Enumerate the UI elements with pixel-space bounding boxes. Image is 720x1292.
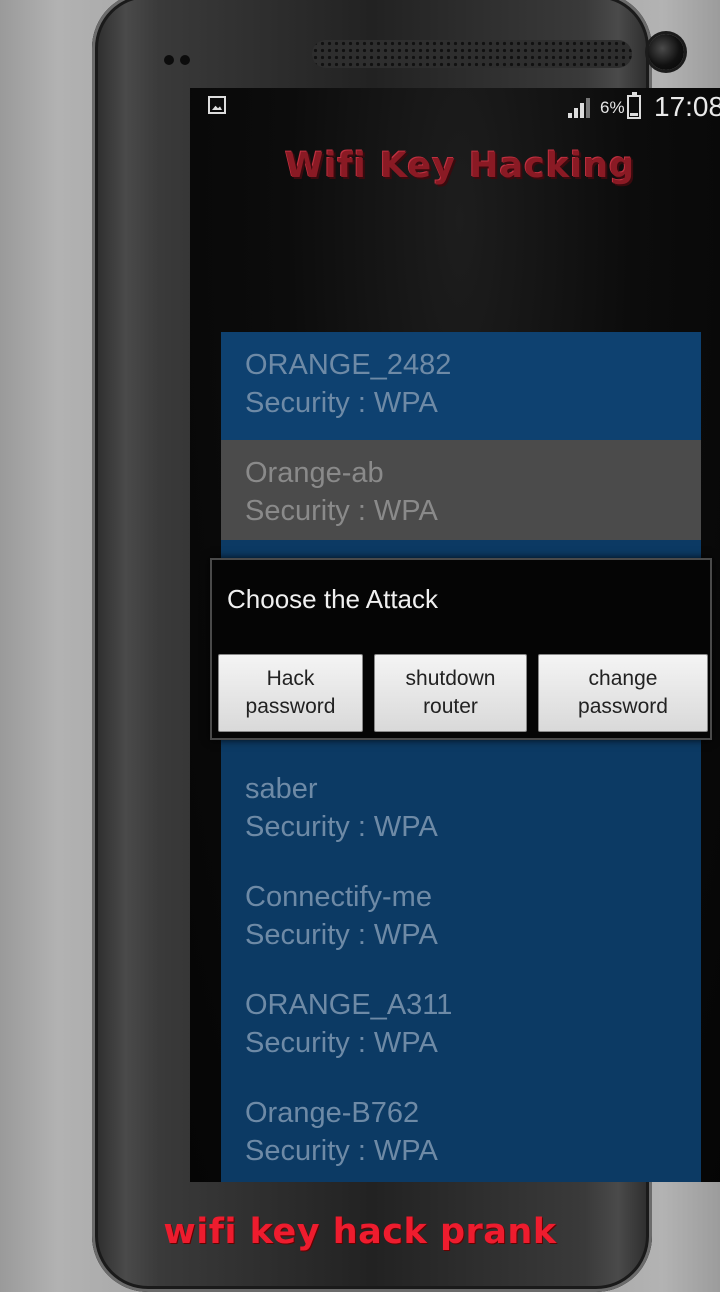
promo-banner: wifi key hack prank	[163, 1212, 557, 1252]
front-sensor	[164, 55, 174, 65]
network-ssid: Orange-B762	[245, 1097, 420, 1129]
network-ssid: ORANGE_2482	[245, 349, 452, 381]
network-item[interactable]: saber Security : WPA	[221, 756, 701, 864]
earpiece-speaker	[312, 40, 632, 68]
battery-icon	[627, 92, 641, 119]
battery-percent: 6%	[600, 98, 625, 117]
shutdown-router-button[interactable]: shutdown router	[374, 654, 527, 732]
network-security: Security : WPA	[245, 811, 438, 843]
image-notification-icon	[208, 96, 226, 114]
network-ssid: ORANGE_A311	[245, 989, 453, 1021]
network-ssid: saber	[245, 773, 318, 805]
front-camera	[648, 34, 684, 70]
network-item-selected[interactable]: Orange-ab Security : WPA	[221, 440, 701, 540]
hack-password-button[interactable]: Hack password	[218, 654, 363, 732]
change-password-button[interactable]: change password	[538, 654, 708, 732]
signal-icon	[568, 98, 590, 118]
network-ssid: Orange-ab	[245, 457, 384, 489]
network-security: Security : WPA	[245, 1135, 438, 1167]
dialog-title: Choose the Attack	[227, 584, 439, 614]
clock: 17:08	[654, 91, 720, 122]
network-security: Security : WPA	[245, 1027, 438, 1059]
network-item[interactable]: ORANGE_2482 Security : WPA	[221, 332, 701, 440]
network-security: Security : WPA	[245, 387, 438, 419]
attack-dialog: Choose the Attack Hack password shutdown…	[210, 558, 712, 740]
network-ssid: Connectify-me	[245, 881, 432, 913]
network-list[interactable]: ORANGE_2482 Security : WPA Orange-ab Sec…	[221, 332, 701, 1182]
network-item[interactable]: Connectify-me Security : WPA	[221, 864, 701, 972]
status-bar: 6% 17:08	[190, 88, 720, 128]
network-security: Security : WPA	[245, 919, 438, 951]
screen: 6% 17:08 Wifi Key Hacking ORANGE_2482 Se…	[190, 88, 720, 1182]
front-sensor	[180, 55, 190, 65]
network-security: Security : WPA	[245, 495, 438, 527]
network-item[interactable]: Orange-B762 Security : WPA	[221, 1080, 701, 1182]
network-item[interactable]: ORANGE_A311 Security : WPA	[221, 972, 701, 1080]
app-title: Wifi Key Hacking	[284, 146, 636, 186]
phone-frame: 6% 17:08 Wifi Key Hacking ORANGE_2482 Se…	[92, 0, 720, 1292]
